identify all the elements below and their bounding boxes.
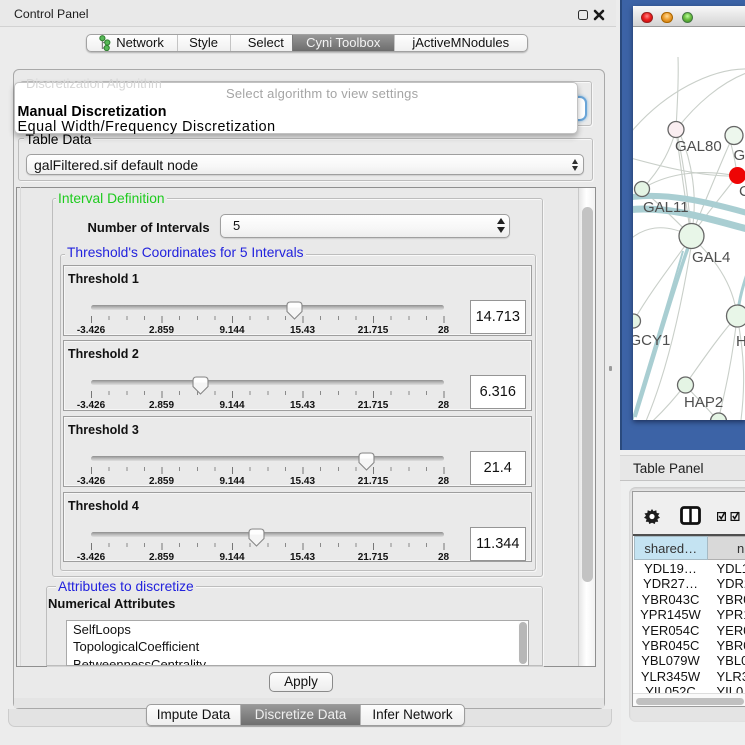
svg-text:GAL11: GAL11 — [643, 199, 689, 216]
svg-text:GCY1: GCY1 — [633, 332, 670, 349]
svg-text:GA: GA — [733, 147, 745, 164]
svg-text:HAP2: HAP2 — [684, 394, 723, 411]
svg-text:GAL4: GAL4 — [692, 249, 730, 266]
svg-text:GAL80: GAL80 — [675, 138, 722, 155]
svg-text:C: C — [739, 183, 745, 200]
svg-text:H: H — [736, 333, 745, 350]
